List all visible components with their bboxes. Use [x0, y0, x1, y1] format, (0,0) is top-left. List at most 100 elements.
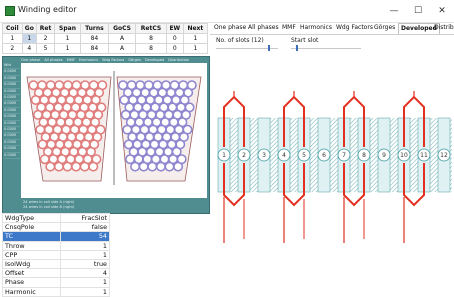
coil-cell[interactable]: 4	[21, 43, 38, 54]
coil-column-header[interactable]: Span	[54, 23, 81, 34]
coil-column-header[interactable]: EW	[165, 23, 184, 34]
minimize-button[interactable]: —	[386, 4, 402, 18]
slot-number: 5	[302, 152, 306, 159]
coil-cell[interactable]: 1	[182, 33, 209, 44]
coil-cell[interactable]: 1	[54, 43, 81, 54]
property-row[interactable]: Throw 1	[2, 240, 111, 251]
property-name: Offset	[2, 268, 61, 279]
tab-harmonics[interactable]: Harmonics	[298, 23, 334, 33]
wire-b	[173, 161, 184, 172]
property-name: CnsqPole	[2, 222, 61, 233]
wire-a	[79, 161, 90, 172]
maximize-button[interactable]: ☐	[410, 4, 426, 18]
wire-b	[130, 161, 141, 172]
property-name: IsolWdg	[2, 258, 61, 270]
wire-b	[138, 161, 149, 172]
mini-tab[interactable]: All phases	[44, 58, 62, 62]
coil-column-header[interactable]: RetCS	[135, 23, 167, 34]
property-row[interactable]: Harmonic 1	[2, 286, 111, 297]
mini-tab[interactable]: Wdg Factors	[102, 58, 124, 62]
coil-cell[interactable]: 1	[21, 33, 38, 44]
coil-column-header[interactable]: Go	[21, 23, 38, 34]
close-button[interactable]: ✕	[434, 4, 450, 18]
property-value[interactable]: 1	[59, 277, 111, 288]
window-title: Winding editor	[18, 5, 77, 14]
mini-tab[interactable]: Developed	[145, 58, 164, 62]
wire-a	[30, 94, 41, 105]
property-row[interactable]: WdgType FracSlot	[2, 212, 111, 224]
property-row[interactable]: TC 54	[2, 231, 111, 242]
property-value[interactable]: 54	[59, 231, 111, 242]
mini-tab[interactable]: MMF	[67, 58, 75, 62]
wire-b	[155, 161, 166, 172]
property-value[interactable]: 4	[59, 268, 111, 279]
wire-a	[71, 161, 82, 172]
coil-row[interactable]: 2 4 5 1 84 A 8 0 1	[2, 43, 209, 54]
slots-slider-thumb[interactable]	[268, 45, 271, 51]
property-row[interactable]: Offset 4	[2, 268, 111, 279]
coil-cell[interactable]: 0	[165, 33, 184, 44]
wire-a	[28, 80, 39, 91]
tab-mmf[interactable]: MMF	[280, 23, 298, 33]
property-value[interactable]: 1	[59, 286, 111, 297]
coil-column-header[interactable]: Turns	[79, 23, 109, 34]
coil-cell[interactable]: 8	[135, 33, 167, 44]
property-name: CPP	[2, 249, 61, 260]
property-row[interactable]: CnsqPole false	[2, 222, 111, 233]
tab-distribution[interactable]: Distribution	[432, 23, 454, 33]
coil-cell[interactable]: 1	[2, 33, 23, 44]
property-row[interactable]: CPP 1	[2, 249, 111, 260]
coil-cell[interactable]: 1	[182, 43, 209, 54]
tooth-hatch	[350, 118, 358, 192]
coil-column-header[interactable]: GoCS	[107, 23, 137, 34]
tooth-hatch	[250, 118, 258, 192]
coil-cell[interactable]: 2	[2, 43, 23, 54]
app-icon	[5, 6, 15, 16]
coil-cell[interactable]: A	[107, 43, 137, 54]
coil-cell[interactable]: 8	[135, 43, 167, 54]
tooth-hatch	[310, 118, 318, 192]
coil-cell[interactable]: 5	[36, 43, 56, 54]
slot-number: 8	[362, 152, 366, 159]
tab-g-rges[interactable]: Görges	[372, 23, 397, 33]
property-row[interactable]: IsolWdg true	[2, 258, 111, 270]
property-value[interactable]: FracSlot	[59, 212, 111, 224]
wire-a	[35, 124, 46, 135]
coil-cell[interactable]: 1	[54, 33, 81, 44]
start-slot-slider[interactable]	[291, 48, 361, 49]
mini-tab[interactable]: Görges	[128, 58, 141, 62]
property-value[interactable]: 1	[59, 240, 111, 251]
wire-a	[39, 154, 50, 165]
mini-tab[interactable]: One phase	[21, 58, 40, 62]
slot-number: 2	[242, 152, 246, 159]
coil-cell[interactable]: 0	[165, 43, 184, 54]
view-tab-bar: One phase All phases MMF Harmonics Wdg Facto…	[210, 23, 454, 35]
property-name: Harmonic	[2, 286, 61, 297]
winding-properties-table: WdgType FracSlot CnsqPole false TC 54 Throw 1 CP…	[2, 212, 111, 297]
coil-cell[interactable]: 84	[79, 33, 109, 44]
coil-cell[interactable]: 84	[79, 43, 109, 54]
value-list-item: 0.0000	[4, 153, 20, 160]
tab-wdg-factors[interactable]: Wdg Factors	[334, 23, 375, 33]
wire-a	[37, 139, 48, 150]
coil-row[interactable]: 1 1 2 1 84 A 8 0 1	[2, 33, 209, 44]
slot-number: 4	[282, 152, 286, 159]
slot-number: 7	[342, 152, 346, 159]
coil-table: Coil Go Ret Span Turns GoCS RetCS EW Next 1 1 2 1 84…	[2, 23, 209, 54]
property-name: Throw	[2, 240, 61, 251]
coil-column-header[interactable]: Coil	[2, 23, 23, 34]
start-slot-slider-thumb[interactable]	[295, 45, 298, 51]
coil-cell[interactable]: 2	[36, 33, 56, 44]
mini-tab[interactable]: Harmonics	[79, 58, 98, 62]
tab-all-phases[interactable]: All phases	[246, 23, 281, 33]
wire-a	[62, 161, 73, 172]
mini-tab[interactable]: Distribution	[168, 58, 189, 62]
property-value[interactable]: 1	[59, 249, 111, 260]
property-row[interactable]: Phase 1	[2, 277, 111, 288]
property-value[interactable]: false	[59, 222, 111, 233]
tab-one-phase[interactable]: One phase	[212, 23, 248, 33]
coil-column-header[interactable]: Ret	[36, 23, 56, 34]
property-value[interactable]: true	[59, 258, 111, 270]
coil-cell[interactable]: A	[107, 33, 137, 44]
coil-column-header[interactable]: Next	[182, 23, 209, 34]
